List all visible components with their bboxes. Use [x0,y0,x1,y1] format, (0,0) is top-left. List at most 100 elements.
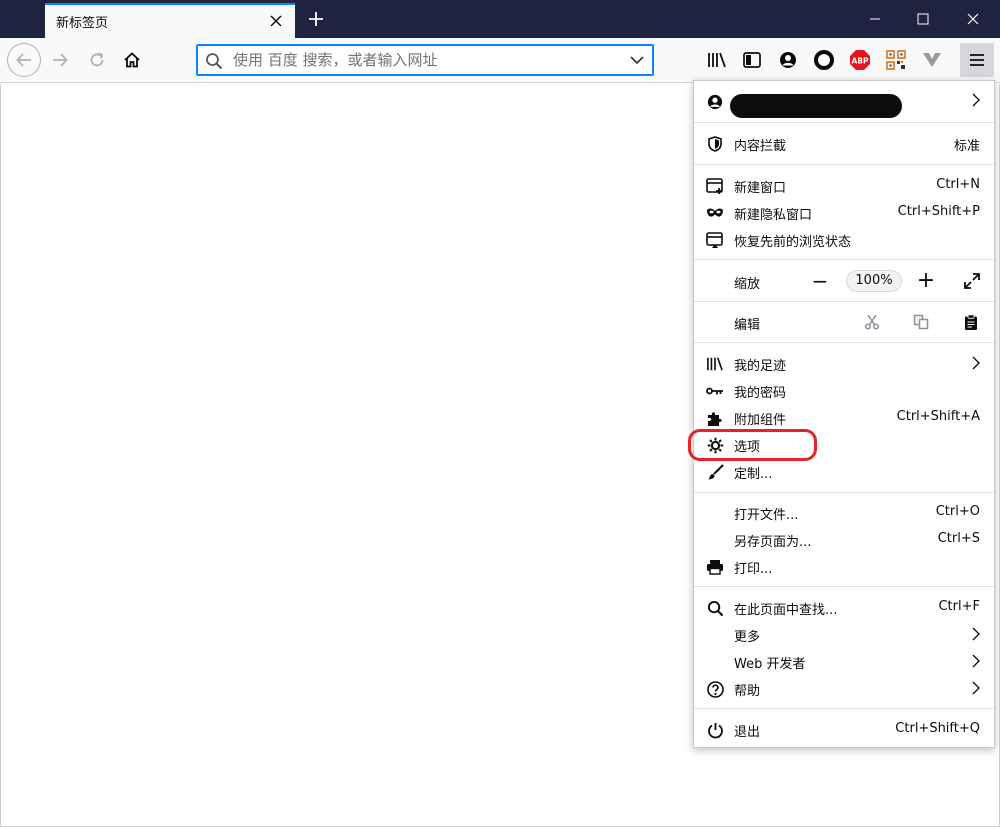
account-name-redacted [730,94,902,118]
menu-item-help[interactable]: 帮助 [694,675,994,702]
menu-item-addons[interactable]: 附加组件 Ctrl+Shift+A [694,404,994,431]
menu-item-label: 在此页面中查找... [734,603,838,618]
menu-item-find[interactable]: 在此页面中查找... Ctrl+F [694,594,994,621]
back-arrow-icon [16,53,31,67]
tab-new-tab[interactable]: 新标签页 [45,3,295,38]
account-icon [707,94,723,110]
key-icon [706,387,723,395]
printer-icon [707,560,723,575]
extension-circle-button[interactable] [809,45,839,75]
window-close-button[interactable] [949,0,997,38]
zoom-out-button[interactable]: − [808,269,832,293]
menu-item-library[interactable]: 我的足迹 [694,350,994,377]
library-icon [708,52,726,68]
menu-item-shortcut: Ctrl+Shift+P [897,204,980,219]
tab-title: 新标签页 [56,16,109,31]
sidebar-button[interactable] [737,45,767,75]
plus-icon [309,12,323,26]
abp-icon: ABP [850,50,870,70]
fullscreen-icon [964,273,980,289]
search-icon [206,53,223,70]
menu-separator [694,164,994,165]
private-mask-icon [707,208,723,217]
menu-item-quit[interactable]: 退出 Ctrl+Shift+Q [694,716,994,743]
clipboard-icon [965,313,977,330]
maximize-button[interactable] [899,0,947,38]
menu-item-label: 编辑 [734,318,761,333]
menu-item-shortcut: Ctrl+O [935,504,980,519]
menu-item-account[interactable] [694,87,994,118]
hamburger-menu-icon [970,54,984,66]
menu-separator [694,122,994,123]
chevron-right-icon [972,654,980,672]
chevron-right-icon [972,681,980,699]
copy-button[interactable] [909,310,933,334]
menu-item-label: Web 开发者 [734,657,806,672]
menu-separator [694,586,994,587]
plus-icon: + [916,268,936,293]
menu-item-shortcut: Ctrl+Shift+Q [895,721,980,736]
menu-item-new-window[interactable]: 新建窗口 Ctrl+N [694,172,994,199]
menu-separator [694,708,994,709]
menu-item-label: 打印... [734,562,773,577]
menu-item-restore-session[interactable]: 恢复先前的浏览状态 [694,226,994,253]
menu-item-shortcut: Ctrl+N [936,177,980,192]
url-input[interactable] [231,48,621,72]
menu-item-open-file[interactable]: 打开文件... Ctrl+O [694,499,994,526]
puzzle-piece-icon [707,411,722,426]
menu-item-label: 退出 [734,725,761,740]
fullscreen-button[interactable] [960,269,984,293]
menu-item-private-window[interactable]: 新建隐私窗口 Ctrl+Shift+P [694,199,994,226]
abp-label: ABP [851,57,869,66]
new-tab-button[interactable] [302,5,330,33]
menu-item-passwords[interactable]: 我的密码 [694,377,994,404]
window-close-icon [967,13,979,25]
vpn-v-icon [923,53,941,67]
content-blocking-level: 标准 [953,139,980,154]
navigation-toolbar: ABP [0,38,1000,83]
account-button[interactable] [773,45,803,75]
shield-icon [708,136,722,152]
menu-item-content-blocking[interactable]: 内容拦截 标准 [694,130,994,157]
tab-strip: 新标签页 [0,0,1000,38]
zoom-reset-button[interactable]: 100% [846,270,902,292]
new-window-icon [706,178,723,194]
menu-item-customize[interactable]: 定制... [694,458,994,485]
menu-item-print[interactable]: 打印... [694,553,994,580]
qr-code-button[interactable] [881,45,911,75]
menu-item-label: 我的足迹 [734,359,787,374]
vpn-button[interactable] [917,45,947,75]
cut-button[interactable] [860,310,884,334]
paste-button[interactable] [959,310,983,334]
back-button[interactable] [7,43,41,77]
menu-item-label: 新建窗口 [734,181,787,196]
open-menu-button[interactable] [960,43,994,77]
help-icon [706,680,724,698]
qr-code-icon [886,50,906,70]
paintbrush-icon [708,463,724,479]
reload-icon [90,52,104,67]
menu-item-more[interactable]: 更多 [694,621,994,648]
reload-button[interactable] [81,44,113,76]
forward-button[interactable] [44,44,76,76]
menu-item-save-page[interactable]: 另存页面为... Ctrl+S [694,526,994,553]
menu-item-zoom: 缩放 − 100% + [694,266,994,296]
home-button[interactable] [116,44,148,76]
tab-close-button[interactable] [265,10,287,32]
abp-button[interactable]: ABP [845,45,875,75]
chevron-right-icon [972,93,980,111]
minimize-button[interactable] [851,0,899,38]
chevron-right-icon [972,356,980,374]
forward-arrow-icon [53,53,68,67]
menu-item-label: 新建隐私窗口 [734,208,813,223]
menu-item-label: 另存页面为... [734,535,812,550]
search-icon [707,600,723,616]
url-bar[interactable] [196,44,654,76]
zoom-in-button[interactable]: + [914,269,938,293]
chevron-down-icon[interactable] [629,53,645,67]
library-button[interactable] [702,45,732,75]
menu-item-web-developer[interactable]: Web 开发者 [694,648,994,675]
menu-item-shortcut: Ctrl+Shift+A [896,409,980,424]
maximize-icon [917,13,929,25]
menu-item-label: 帮助 [734,684,761,699]
